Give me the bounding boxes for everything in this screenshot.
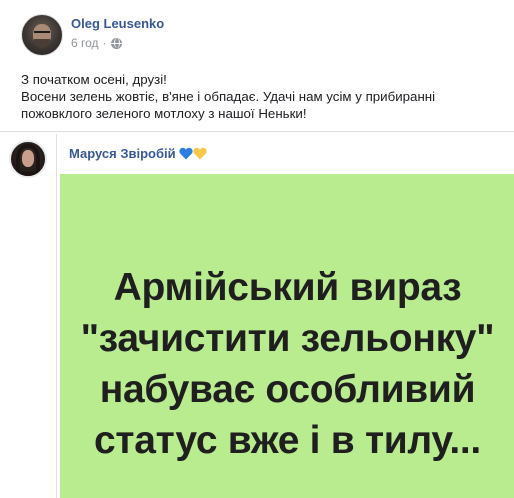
post-meta: Oleg Leusenko 6 год · [71,16,164,50]
post-header: Oleg Leusenko 6 год · [21,14,164,58]
shared-card: Маруся Звіробій Армійський вираз "зачист… [56,134,514,498]
image-caption: Армійський вираз "зачистити зельонку" на… [60,262,514,466]
image-text-line: статус вже і в тилу... [94,419,481,462]
shared-image[interactable]: Армійський вираз "зачистити зельонку" на… [60,174,514,498]
post-text-line: Восени зелень жовтіє, в'яне і обпадає. У… [21,89,436,104]
globe-icon[interactable] [110,37,122,49]
image-text-line: "зачистити зельонку" [80,317,495,360]
author-avatar[interactable] [21,14,63,56]
facebook-post: Oleg Leusenko 6 год · З початком осені, … [0,0,514,498]
shared-author-name[interactable]: Маруся Звіробій [69,146,176,161]
emoji-hearts [178,147,207,160]
shared-author-avatar[interactable] [9,140,47,178]
avatar-face [22,150,34,167]
post-timestamp[interactable]: 6 год [71,36,99,50]
image-text-line: Армійський вираз [113,266,462,309]
post-text-line: З початком осені, друзі! [21,72,167,87]
heart-yellow-icon [192,147,207,160]
author-name[interactable]: Oleg Leusenko [71,16,164,32]
shared-author-row: Маруся Звіробій [69,146,207,161]
shared-post: Маруся Звіробій Армійський вираз "зачист… [0,131,514,498]
separator-dot: · [102,36,107,50]
post-text-line: пожовклого зеленого мотлоху з нашої Нень… [21,106,307,121]
avatar-glasses [34,31,50,37]
avatar-beard [34,39,50,48]
heart-blue-icon [178,147,193,160]
timestamp-row: 6 год · [71,36,164,50]
post-text: З початком осені, друзі! Восени зелень ж… [21,71,501,122]
image-text-line: набуває особливий [99,368,476,411]
